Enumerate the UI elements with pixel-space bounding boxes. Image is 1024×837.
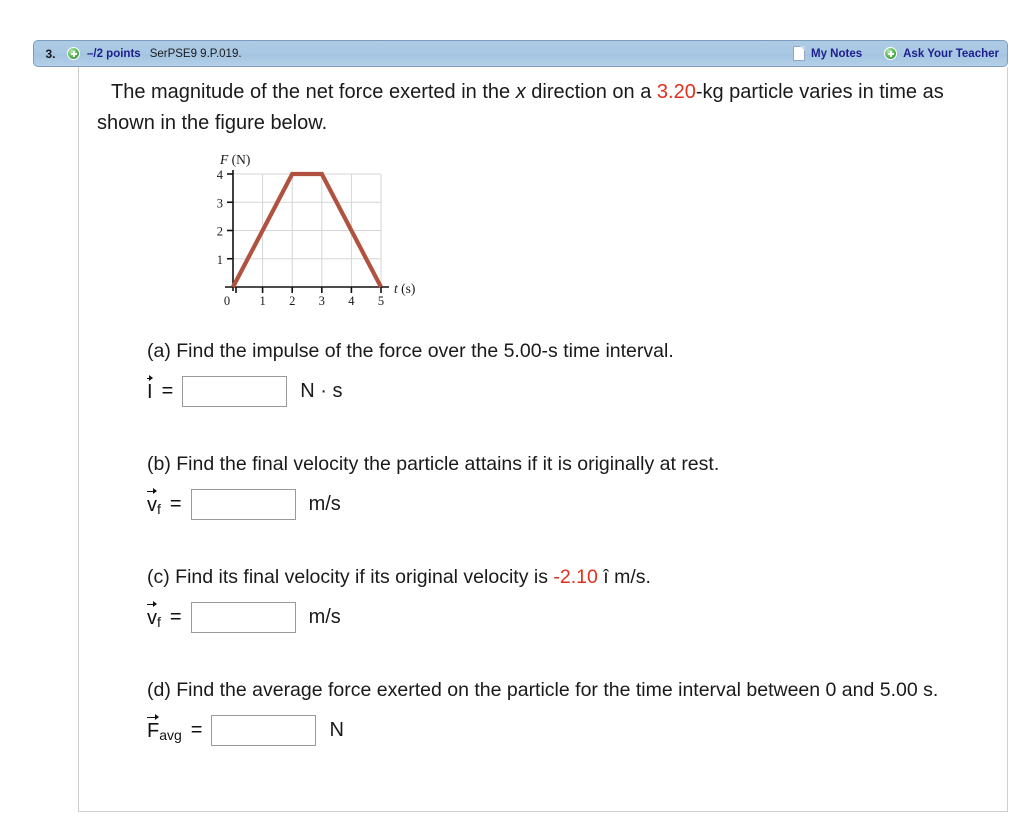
part-c-text-after: î m/s. (597, 566, 651, 588)
points-label: –/2 points (87, 47, 141, 60)
part-c-initial-velocity: -2.10 (553, 566, 598, 588)
my-notes-link[interactable]: My Notes (811, 48, 862, 60)
part-b-symbol: vf (147, 487, 161, 517)
part-d-subscript: avg (159, 726, 182, 743)
part-c-subscript: f (157, 613, 161, 630)
part-a: (a) Find the impulse of the force over t… (147, 334, 997, 408)
part-a-answer-input[interactable] (182, 375, 288, 407)
y-tick-3: 3 (217, 196, 223, 210)
x-tick-1: 1 (259, 294, 265, 308)
part-b-answer-input[interactable] (190, 488, 296, 520)
ask-your-teacher-link[interactable]: Ask Your Teacher (903, 48, 999, 60)
vector-arrow-icon: v (147, 487, 157, 516)
part-d-unit: N (329, 718, 344, 741)
question-content-panel: The magnitude of the net force exerted i… (78, 67, 1008, 812)
part-b-unit: m/s (308, 492, 341, 515)
y-tick-2: 2 (217, 225, 223, 239)
grid-lines (233, 173, 382, 287)
force-time-graph-svg: 4 3 2 1 0 1 2 3 4 5 F (N) t (s) (217, 152, 416, 308)
x-tick-4: 4 (348, 294, 355, 308)
x-tick-3: 3 (319, 294, 325, 308)
part-a-question: (a) Find the impulse of the force over t… (147, 340, 674, 362)
question-header-bar: 3. –/2 points SerPSE9 9.P.019. My Notes … (33, 40, 1008, 67)
x-tick-labels: 0 1 2 3 4 5 (224, 294, 384, 308)
question-number: 3. (45, 46, 56, 61)
part-a-symbol: I (147, 374, 153, 404)
stem-text-2: direction on a (525, 81, 657, 103)
part-d-symbol: Favg (147, 713, 182, 743)
y-tick-4: 4 (217, 168, 224, 182)
vector-arrow-icon: F (147, 713, 160, 742)
assignment-code: SerPSE9 9.P.019. (149, 47, 242, 60)
part-b-question: (b) Find the final velocity the particle… (147, 453, 720, 475)
problem-statement: The magnitude of the net force exerted i… (97, 77, 957, 139)
part-b-subscript: f (157, 500, 161, 517)
part-c-answer-row: vf = m/s (147, 600, 997, 634)
plus-circle-icon[interactable] (884, 47, 898, 60)
part-d-answer-input[interactable] (211, 714, 317, 746)
stem-variable-x: x (515, 81, 526, 103)
x-tick-0: 0 (224, 294, 230, 308)
part-c: (c) Find its final velocity if its origi… (147, 560, 997, 634)
header-actions: My Notes Ask Your Teacher (793, 46, 999, 61)
part-c-answer-input[interactable] (190, 601, 296, 633)
stem-mass-value: 3.20 (656, 81, 696, 103)
part-b-answer-row: vf = m/s (147, 487, 997, 521)
plus-circle-icon[interactable] (67, 47, 80, 60)
part-d-question: (d) Find the average force exerted on th… (147, 679, 939, 701)
vector-arrow-icon: I (147, 374, 153, 403)
part-b-equals: = (169, 492, 182, 515)
part-d-answer-row: Favg = N (147, 713, 1024, 747)
vector-arrow-icon: v (147, 600, 157, 629)
part-c-symbol: vf (147, 600, 161, 630)
part-d-equals: = (190, 718, 203, 741)
part-c-equals: = (169, 605, 182, 628)
part-b: (b) Find the final velocity the particle… (147, 447, 997, 521)
part-c-question: (c) Find its final velocity if its origi… (147, 560, 997, 594)
stem-text-1: The magnitude of the net force exerted i… (111, 81, 516, 103)
part-a-equals: = (161, 379, 174, 402)
x-tick-5: 5 (378, 294, 384, 308)
x-axis-ticks (235, 287, 382, 293)
force-time-graph: 4 3 2 1 0 1 2 3 4 5 F (N) t (s) (203, 152, 438, 317)
x-axis-label: t (s) (394, 281, 415, 296)
y-axis-label: F (N) (219, 152, 250, 167)
part-d: (d) Find the average force exerted on th… (147, 673, 1024, 747)
y-axis-ticks (227, 173, 233, 260)
part-a-answer-row: I = N · s (147, 374, 997, 408)
page-icon (793, 46, 805, 61)
y-tick-labels: 4 3 2 1 (217, 168, 224, 267)
part-c-text-before: (c) Find its final velocity if its origi… (147, 566, 554, 588)
part-a-unit: N · s (300, 379, 343, 402)
x-tick-2: 2 (289, 294, 295, 308)
part-c-unit: m/s (308, 605, 341, 628)
y-tick-1: 1 (217, 253, 223, 267)
